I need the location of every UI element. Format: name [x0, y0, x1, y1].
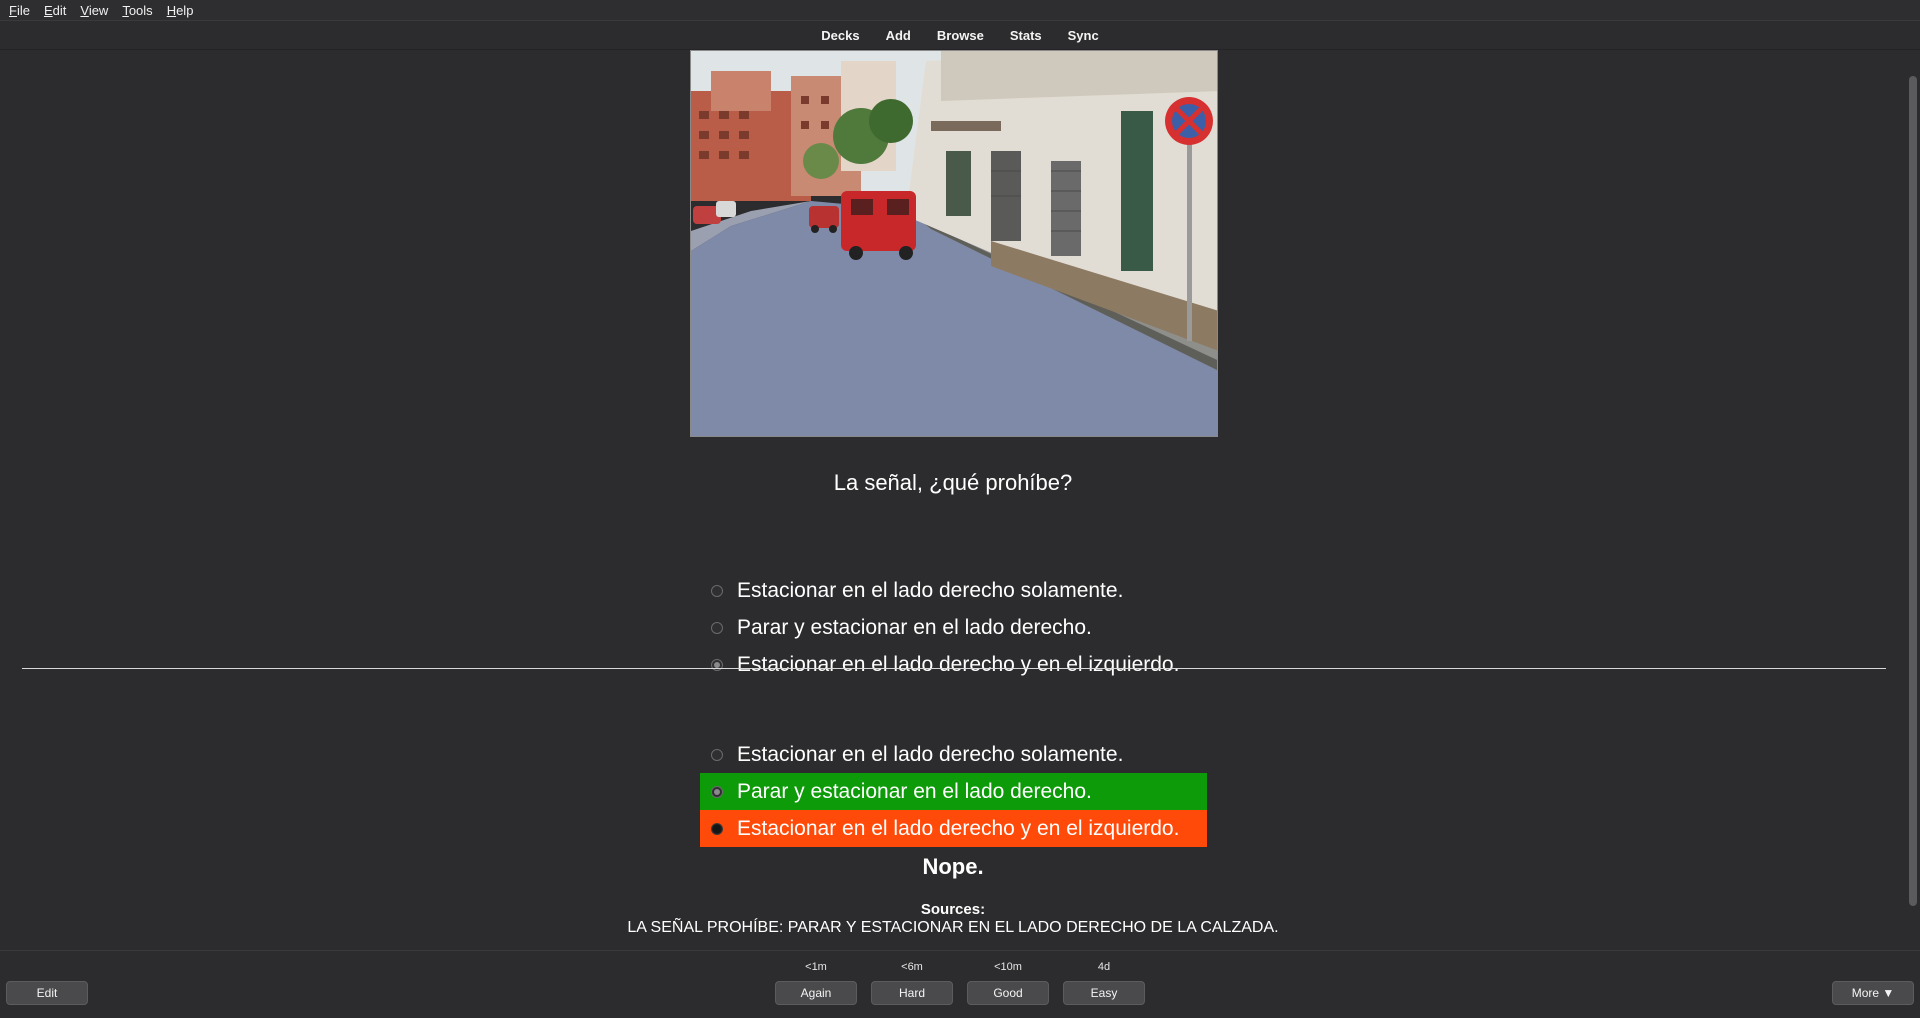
sources-text: LA SEÑAL PROHÍBE: PARAR Y ESTACIONAR EN …: [627, 919, 1279, 936]
option-label: Estacionar en el lado derecho solamente.: [737, 742, 1124, 766]
question-option[interactable]: Estacionar en el lado derecho y en el iz…: [700, 646, 1179, 683]
question-option[interactable]: Parar y estacionar en el lado derecho.: [700, 609, 1179, 646]
option-label: Parar y estacionar en el lado derecho.: [737, 615, 1092, 639]
radio-button: [711, 822, 723, 835]
toolbar-browse[interactable]: Browse: [937, 28, 984, 43]
menu-tools[interactable]: Tools: [113, 3, 157, 18]
interval-again: <1m: [805, 961, 827, 973]
radio-button[interactable]: [711, 621, 723, 634]
interval-hard: <6m: [901, 961, 923, 973]
menu-edit[interactable]: Edit: [35, 3, 71, 18]
more-button[interactable]: More ▼: [1832, 981, 1914, 1005]
answer-option: Estacionar en el lado derecho solamente.: [700, 736, 1207, 773]
menu-view[interactable]: View: [71, 3, 113, 18]
question-options: Estacionar en el lado derecho solamente.…: [700, 572, 1179, 683]
toolbar-sync[interactable]: Sync: [1068, 28, 1099, 43]
radio-button: [711, 748, 723, 761]
hard-button[interactable]: Hard: [871, 981, 953, 1005]
review-bottom-bar: Edit <1m Again <6m Hard <10m Good 4d Eas…: [0, 950, 1920, 1018]
toolbar-add[interactable]: Add: [886, 28, 911, 43]
menu-bar: File Edit View Tools Help: [0, 0, 1920, 21]
answer-option-wrong: Estacionar en el lado derecho y en el iz…: [700, 810, 1207, 847]
answer-options: Estacionar en el lado derecho solamente.…: [700, 736, 1207, 847]
radio-button[interactable]: [711, 584, 723, 597]
radio-button: [711, 785, 723, 798]
edit-button[interactable]: Edit: [6, 981, 88, 1005]
option-label: Estacionar en el lado derecho y en el iz…: [737, 652, 1180, 676]
interval-good: <10m: [994, 961, 1022, 973]
again-button[interactable]: Again: [775, 981, 857, 1005]
card-view: La señal, ¿qué prohíbe? Estacionar en el…: [0, 50, 1920, 950]
answer-divider: [22, 668, 1886, 669]
menu-file[interactable]: File: [0, 3, 35, 18]
toolbar-stats[interactable]: Stats: [1010, 28, 1042, 43]
option-label: Estacionar en el lado derecho solamente.: [737, 578, 1124, 602]
main-toolbar: Decks Add Browse Stats Sync: [0, 21, 1920, 50]
good-button[interactable]: Good: [967, 981, 1049, 1005]
sources-heading: Sources:: [920, 901, 986, 918]
scrollbar-thumb[interactable]: [1909, 76, 1917, 906]
easy-button[interactable]: Easy: [1063, 981, 1145, 1005]
answer-option-correct: Parar y estacionar en el lado derecho.: [700, 773, 1207, 810]
toolbar-decks[interactable]: Decks: [821, 28, 859, 43]
menu-help[interactable]: Help: [158, 3, 199, 18]
verdict-text: Nope.: [922, 854, 984, 879]
option-label: Parar y estacionar en el lado derecho.: [737, 779, 1092, 803]
card-question: La señal, ¿qué prohíbe?: [833, 470, 1073, 495]
option-label: Estacionar en el lado derecho y en el iz…: [737, 816, 1180, 840]
interval-easy: 4d: [1097, 961, 1111, 973]
question-option[interactable]: Estacionar en el lado derecho solamente.: [700, 572, 1179, 609]
street-photo: [690, 50, 1218, 437]
vertical-scrollbar[interactable]: [1906, 50, 1920, 950]
